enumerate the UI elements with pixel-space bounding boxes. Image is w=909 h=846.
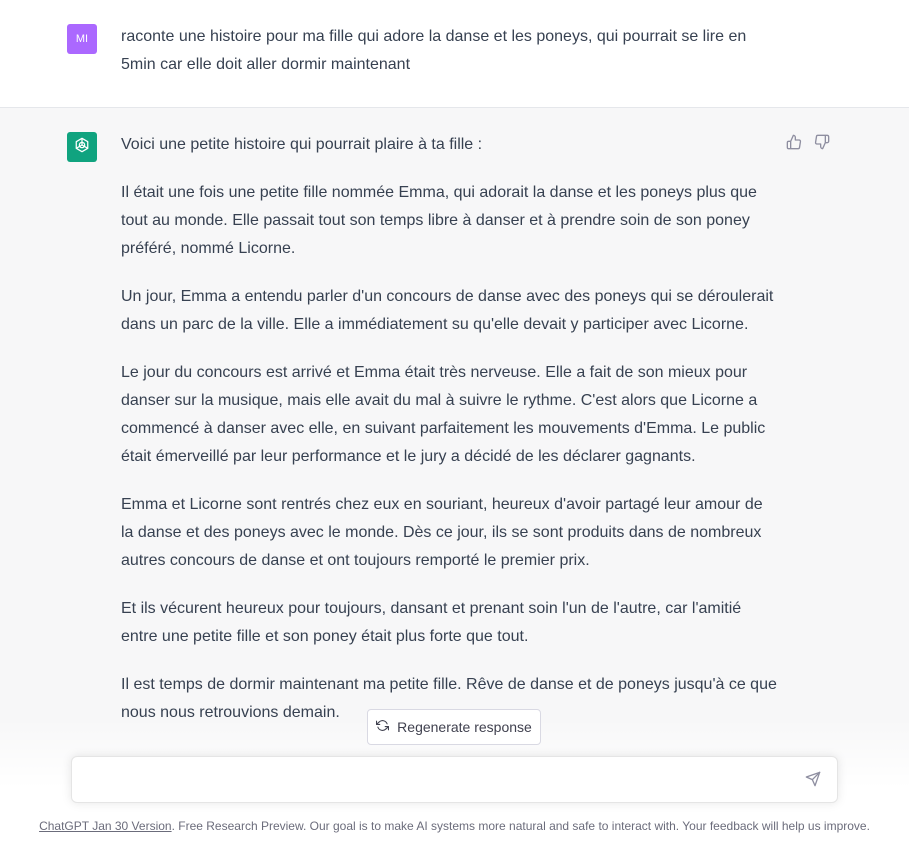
assistant-paragraph: Le jour du concours est arrivé et Emma é…: [121, 364, 766, 465]
thumbs-down-icon: [814, 134, 830, 155]
regenerate-response-button[interactable]: Regenerate response: [367, 709, 541, 745]
thumbs-up-button[interactable]: [785, 134, 803, 155]
thumbs-down-button[interactable]: [813, 134, 831, 155]
assistant-avatar: [67, 132, 97, 162]
prompt-input[interactable]: [86, 768, 790, 794]
send-button[interactable]: [803, 771, 823, 791]
assistant-paragraph: Emma et Licorne sont rentrés chez eux en…: [121, 496, 763, 569]
assistant-paragraph: Et ils vécurent heureux pour toujours, d…: [121, 600, 742, 645]
user-message-row: MI raconte une histoire pour ma fille qu…: [0, 0, 909, 108]
thumbs-up-icon: [786, 134, 802, 155]
prompt-input-container: [71, 756, 838, 803]
footer-text: . Free Research Preview. Our goal is to …: [171, 819, 870, 833]
version-link[interactable]: ChatGPT Jan 30 Version: [39, 819, 172, 833]
assistant-message-text: Voici une petite histoire qui pourrait p…: [121, 131, 777, 747]
regenerate-response-label: Regenerate response: [397, 719, 532, 735]
send-icon: [805, 771, 821, 792]
user-avatar: MI: [67, 24, 97, 54]
refresh-icon: [376, 719, 390, 735]
assistant-paragraph: Voici une petite histoire qui pourrait p…: [121, 136, 483, 153]
assistant-paragraph: Il était une fois une petite fille nommé…: [121, 184, 757, 257]
footer-disclaimer: ChatGPT Jan 30 Version. Free Research Pr…: [0, 819, 909, 833]
assistant-paragraph: Un jour, Emma a entendu parler d'un conc…: [121, 288, 774, 333]
openai-logo-icon: [72, 135, 92, 160]
user-message-text: raconte une histoire pour ma fille qui a…: [121, 28, 747, 73]
